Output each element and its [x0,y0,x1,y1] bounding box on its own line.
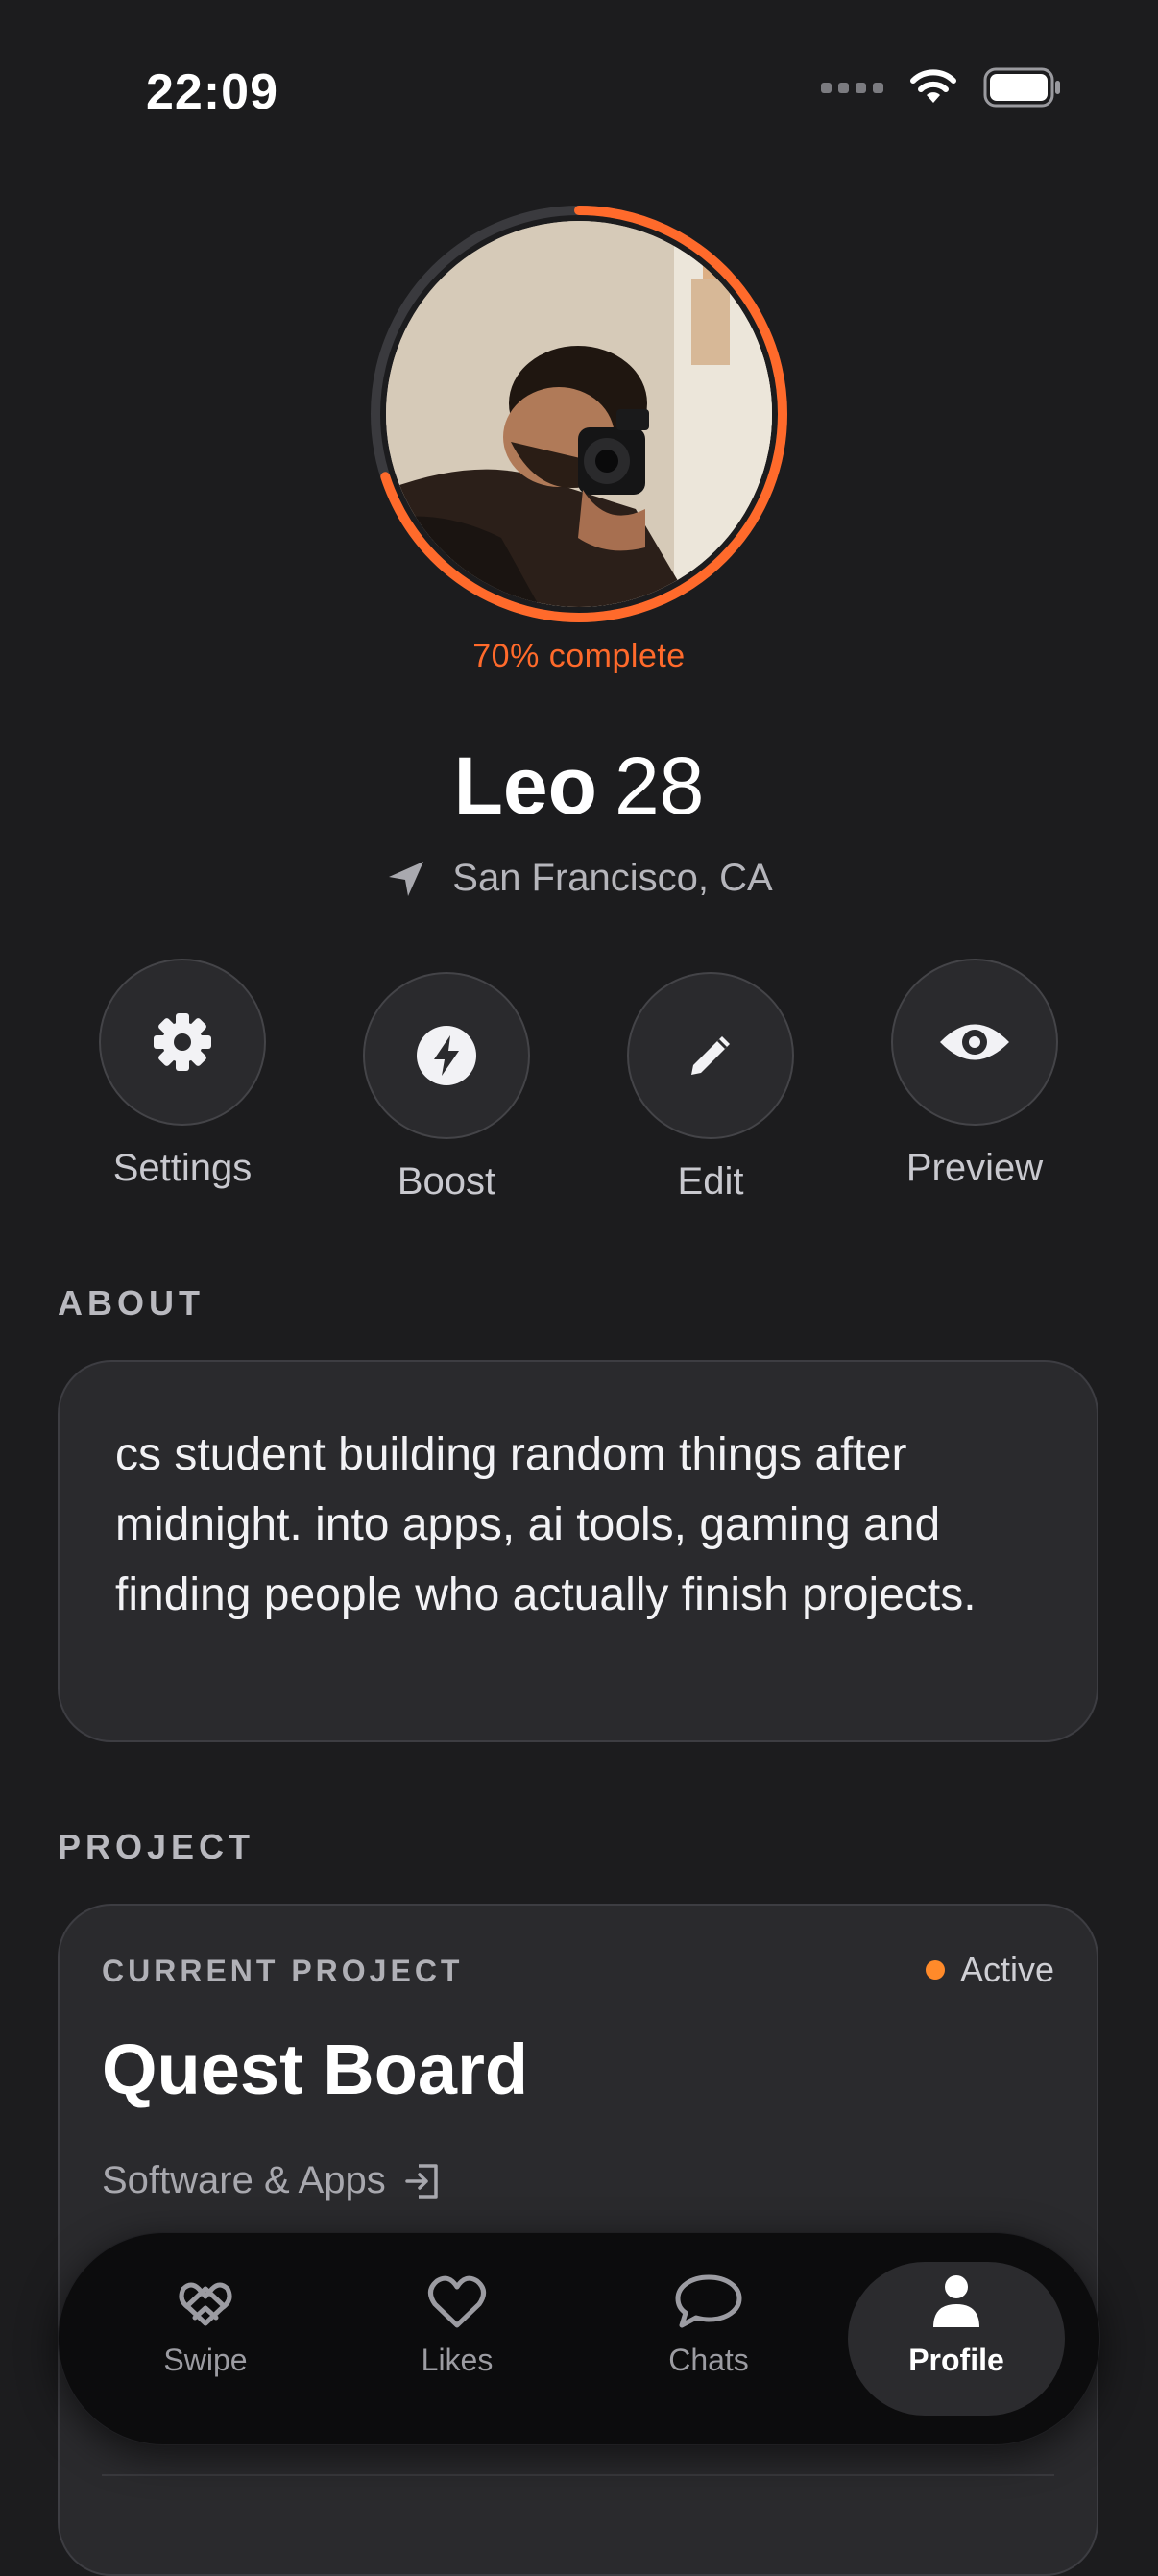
preview-button-circle [891,959,1058,1126]
tab-chats[interactable]: Chats [600,2262,817,2416]
swipe-icon [179,2282,232,2326]
location-arrow-icon [389,861,424,896]
about-heading: ABOUT [58,1283,205,1323]
cellular-signal-icon [821,82,883,93]
location-text: San Francisco, CA [452,857,773,899]
person-icon [933,2275,979,2327]
settings-button[interactable]: Settings [58,959,307,1190]
project-category: Software & Apps [102,2159,442,2202]
about-text: cs student building random things after … [115,1429,977,1620]
edit-button[interactable]: Edit [586,972,835,1203]
tab-profile-label: Profile [908,2343,1004,2377]
avatar [386,221,772,607]
eye-icon [940,1024,1009,1060]
settings-label: Settings [112,1147,253,1189]
profile-name-age: Leo 28 [0,740,1158,833]
completion-label: 70% complete [472,638,686,674]
about-card[interactable]: cs student building random things after … [58,1360,1098,1742]
wifi-icon [910,69,956,103]
open-external-icon [404,2163,438,2199]
heart-icon [428,2275,486,2328]
boost-label: Boost [397,1160,496,1203]
profile-age: 28 [614,741,705,831]
gear-icon [154,1013,211,1071]
tab-likes[interactable]: Likes [349,2262,566,2416]
preview-button[interactable]: Preview [850,959,1099,1190]
boost-button[interactable]: Boost [322,972,571,1203]
profile-name: Leo [453,741,597,831]
chat-bubble-icon [675,2274,742,2328]
battery-icon [983,67,1060,108]
status-dot-icon [925,1960,945,1980]
preview-label: Preview [905,1147,1044,1189]
boost-button-circle [363,972,530,1139]
tab-likes-label: Likes [421,2343,494,2377]
tab-swipe[interactable]: Swipe [97,2262,314,2416]
avatar-progress-ring[interactable] [369,204,789,624]
tab-swipe-label: Swipe [163,2343,248,2377]
edit-label: Edit [677,1160,744,1203]
bolt-icon [417,1026,476,1085]
status-time: 22:09 [146,64,278,120]
settings-button-circle [99,959,266,1126]
pencil-icon [691,1036,730,1075]
project-kicker: CURRENT PROJECT [102,1954,464,1988]
project-category-text: Software & Apps [102,2159,386,2201]
project-title: Quest Board [102,2029,529,2109]
tab-profile[interactable]: Profile [848,2262,1065,2416]
tab-bar: Swipe Likes Chats Profile [58,2232,1100,2445]
status-badge: Active [925,1950,1054,1990]
status-text: Active [959,1950,1054,1989]
project-heading: PROJECT [58,1827,255,1866]
divider [102,2474,1054,2476]
location-line: San Francisco, CA [0,857,1158,900]
status-bar: 22:09 [0,0,1158,192]
status-icons [821,67,1062,108]
edit-button-circle [627,972,794,1139]
tab-chats-label: Chats [668,2343,749,2377]
